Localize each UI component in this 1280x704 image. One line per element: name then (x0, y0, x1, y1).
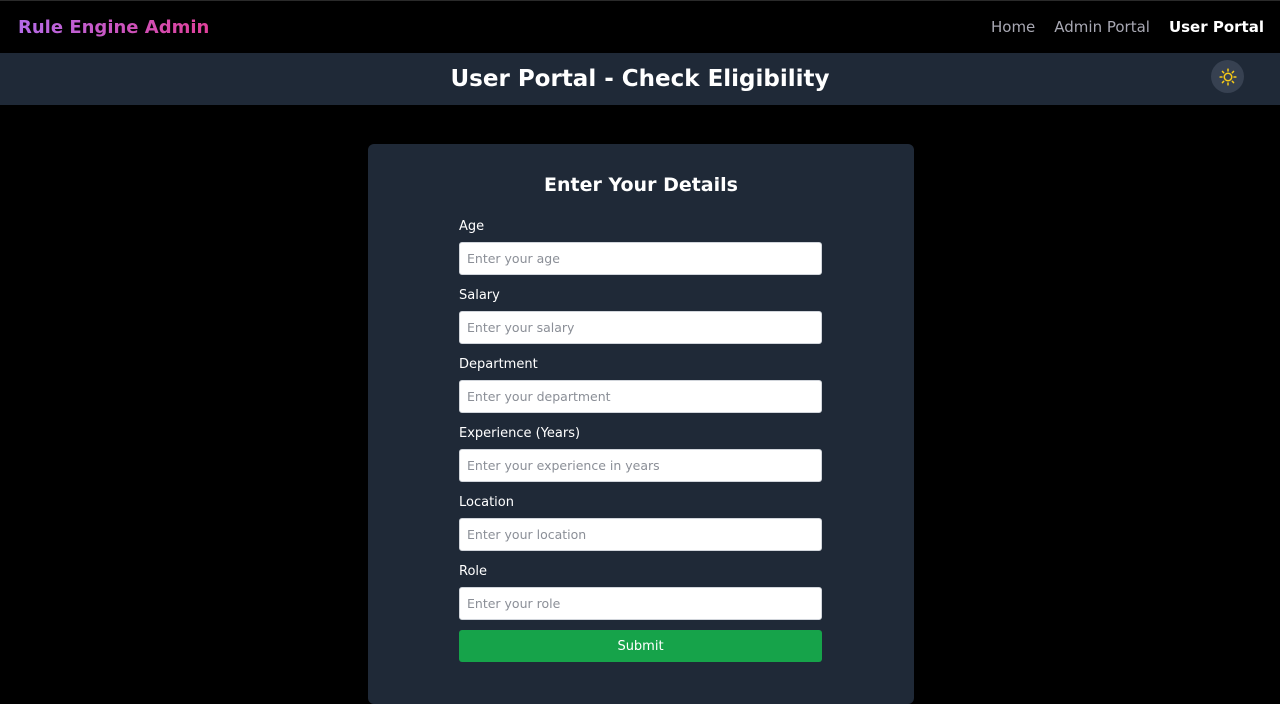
location-label: Location (459, 495, 514, 510)
experience-field-group: Experience (Years) (459, 425, 822, 482)
department-label: Department (459, 357, 538, 372)
salary-input[interactable] (459, 311, 822, 344)
sun-icon (1218, 67, 1237, 86)
submit-button[interactable]: Submit (459, 630, 822, 662)
age-input[interactable] (459, 242, 822, 275)
role-field-group: Role (459, 563, 822, 620)
theme-toggle-button[interactable] (1211, 60, 1244, 93)
top-navbar: Rule Engine Admin Home Admin Portal User… (0, 0, 1280, 53)
department-input[interactable] (459, 380, 822, 413)
location-input[interactable] (459, 518, 822, 551)
salary-label: Salary (459, 288, 500, 303)
page-header: User Portal - Check Eligibility (0, 53, 1280, 105)
form-title: Enter Your Details (544, 174, 738, 196)
role-label: Role (459, 564, 488, 579)
location-field-group: Location (459, 494, 822, 551)
eligibility-form-card: Enter Your Details Age Salary Department… (368, 144, 914, 704)
brand-logo-text[interactable]: Rule Engine Admin (18, 17, 209, 38)
experience-input[interactable] (459, 449, 822, 482)
salary-field-group: Salary (459, 287, 822, 344)
department-field-group: Department (459, 356, 822, 413)
page-title: User Portal - Check Eligibility (450, 66, 830, 92)
nav-link-admin-portal[interactable]: Admin Portal (1054, 18, 1150, 36)
age-label: Age (459, 219, 485, 234)
nav-link-home[interactable]: Home (991, 18, 1035, 36)
nav-link-user-portal[interactable]: User Portal (1169, 18, 1264, 36)
role-input[interactable] (459, 587, 822, 620)
experience-label: Experience (Years) (459, 426, 581, 441)
nav-links: Home Admin Portal User Portal (991, 18, 1264, 36)
age-field-group: Age (459, 218, 822, 275)
